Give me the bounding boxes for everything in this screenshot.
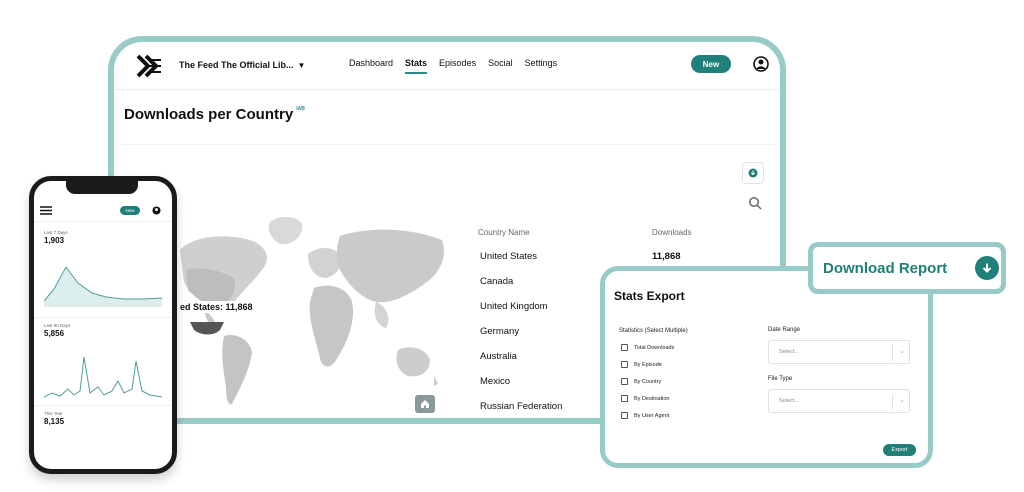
workspace-name: The Feed The Official Lib... bbox=[179, 60, 294, 70]
stat-label: Last 90 Days bbox=[44, 323, 71, 328]
divider bbox=[34, 405, 172, 406]
checkbox[interactable] bbox=[621, 378, 628, 385]
file-type-label: File Type bbox=[768, 376, 793, 382]
map-tooltip: ed States: 11,868 bbox=[178, 301, 255, 313]
option-by-episode[interactable]: By Episode bbox=[621, 361, 662, 368]
table-row-country: United States bbox=[480, 251, 538, 262]
download-icon bbox=[748, 168, 758, 178]
last-7-days-chart bbox=[44, 266, 162, 307]
stat-value: 1,903 bbox=[44, 236, 65, 245]
file-type-select[interactable]: Select... ⌄ bbox=[768, 389, 910, 413]
checkbox[interactable] bbox=[621, 361, 628, 368]
option-label: By Episode bbox=[634, 361, 662, 368]
option-label: By Country bbox=[634, 378, 662, 385]
download-button[interactable] bbox=[742, 162, 764, 184]
search-icon[interactable] bbox=[748, 196, 762, 210]
col-header-country[interactable]: Country Name bbox=[478, 228, 530, 237]
home-icon bbox=[421, 400, 429, 408]
option-label: Total Downloads bbox=[634, 344, 675, 351]
stat-label: Last 7 Days bbox=[44, 230, 68, 235]
divider bbox=[34, 221, 172, 222]
page-title-text: Downloads per Country bbox=[124, 106, 294, 123]
option-by-destination[interactable]: By Destination bbox=[621, 395, 669, 402]
option-by-user-agent[interactable]: By User Agent bbox=[621, 412, 669, 419]
table-row-country: Mexico bbox=[480, 376, 511, 387]
chevron-down-icon: ▼ bbox=[297, 60, 306, 70]
table-row-country: Germany bbox=[480, 326, 520, 337]
top-navbar: The Feed The Official Lib... ▼ Dashboard… bbox=[114, 42, 780, 90]
download-report-button[interactable]: Download Report bbox=[808, 242, 1006, 294]
divider bbox=[34, 317, 172, 318]
export-button[interactable]: Export bbox=[883, 444, 916, 456]
checkbox[interactable] bbox=[621, 412, 628, 419]
checkbox[interactable] bbox=[621, 344, 628, 351]
marketing-composite: The Feed The Official Lib... ▼ Dashboard… bbox=[0, 0, 1024, 492]
table-row-country: Canada bbox=[480, 276, 514, 287]
stats-export-card: Stats Export Statistics (Select Multiple… bbox=[600, 266, 933, 468]
option-label: By Destination bbox=[634, 395, 670, 402]
page-title: Downloads per Country IAB bbox=[124, 106, 305, 123]
arrow-down-circle-icon bbox=[975, 256, 999, 280]
nav-stats[interactable]: Stats bbox=[405, 58, 428, 74]
chevron-down-icon: ⌄ bbox=[899, 397, 905, 404]
table-row-country: United Kingdom bbox=[480, 301, 548, 312]
statistics-label: Statistics (Select Multiple) bbox=[619, 328, 688, 334]
option-label: By User Agent bbox=[634, 412, 670, 419]
select-placeholder: Select... bbox=[779, 398, 799, 404]
option-total-downloads[interactable]: Total Downloads bbox=[621, 344, 674, 351]
checkbox[interactable] bbox=[621, 395, 628, 402]
phone-avatar-icon[interactable] bbox=[152, 206, 161, 215]
workspace-selector[interactable]: The Feed The Official Lib... ▼ bbox=[179, 60, 305, 70]
nav-social[interactable]: Social bbox=[488, 58, 513, 74]
download-report-label: Download Report bbox=[823, 259, 948, 277]
main-nav: Dashboard Stats Episodes Social Settings bbox=[349, 58, 557, 74]
map-home-button[interactable] bbox=[415, 395, 435, 413]
iab-badge: IAB bbox=[296, 106, 305, 112]
col-header-downloads[interactable]: Downloads bbox=[652, 228, 692, 237]
select-divider bbox=[892, 345, 893, 361]
date-range-label: Date Range bbox=[768, 327, 801, 333]
phone-notch bbox=[66, 181, 138, 194]
hamburger-menu-icon[interactable] bbox=[40, 206, 52, 215]
user-avatar-icon[interactable] bbox=[753, 56, 769, 72]
select-divider bbox=[892, 394, 893, 410]
select-placeholder: Select... bbox=[779, 349, 799, 355]
option-by-country[interactable]: By Country bbox=[621, 378, 661, 385]
table-row-country: Australia bbox=[480, 351, 517, 362]
nav-settings[interactable]: Settings bbox=[525, 58, 558, 74]
chevron-down-icon: ⌄ bbox=[899, 348, 905, 355]
stats-export-title: Stats Export bbox=[614, 289, 685, 303]
stat-value: 5,856 bbox=[44, 329, 65, 338]
phone-new-button[interactable]: New bbox=[120, 206, 140, 215]
brand-logo-icon[interactable] bbox=[136, 54, 162, 78]
new-button[interactable]: New bbox=[691, 55, 731, 73]
stat-label: This Year bbox=[44, 411, 63, 416]
nav-dashboard[interactable]: Dashboard bbox=[349, 58, 393, 74]
table-row-country: Russian Federation bbox=[480, 401, 563, 412]
date-range-select[interactable]: Select... ⌄ bbox=[768, 340, 910, 364]
last-90-days-chart bbox=[44, 356, 162, 398]
table-row-downloads: 11,868 bbox=[652, 251, 681, 262]
stat-value: 8,135 bbox=[44, 417, 65, 426]
phone-mockup: New Last 7 Days 1,903 Last 90 Days 5,856… bbox=[29, 176, 177, 474]
nav-episodes[interactable]: Episodes bbox=[439, 58, 476, 74]
